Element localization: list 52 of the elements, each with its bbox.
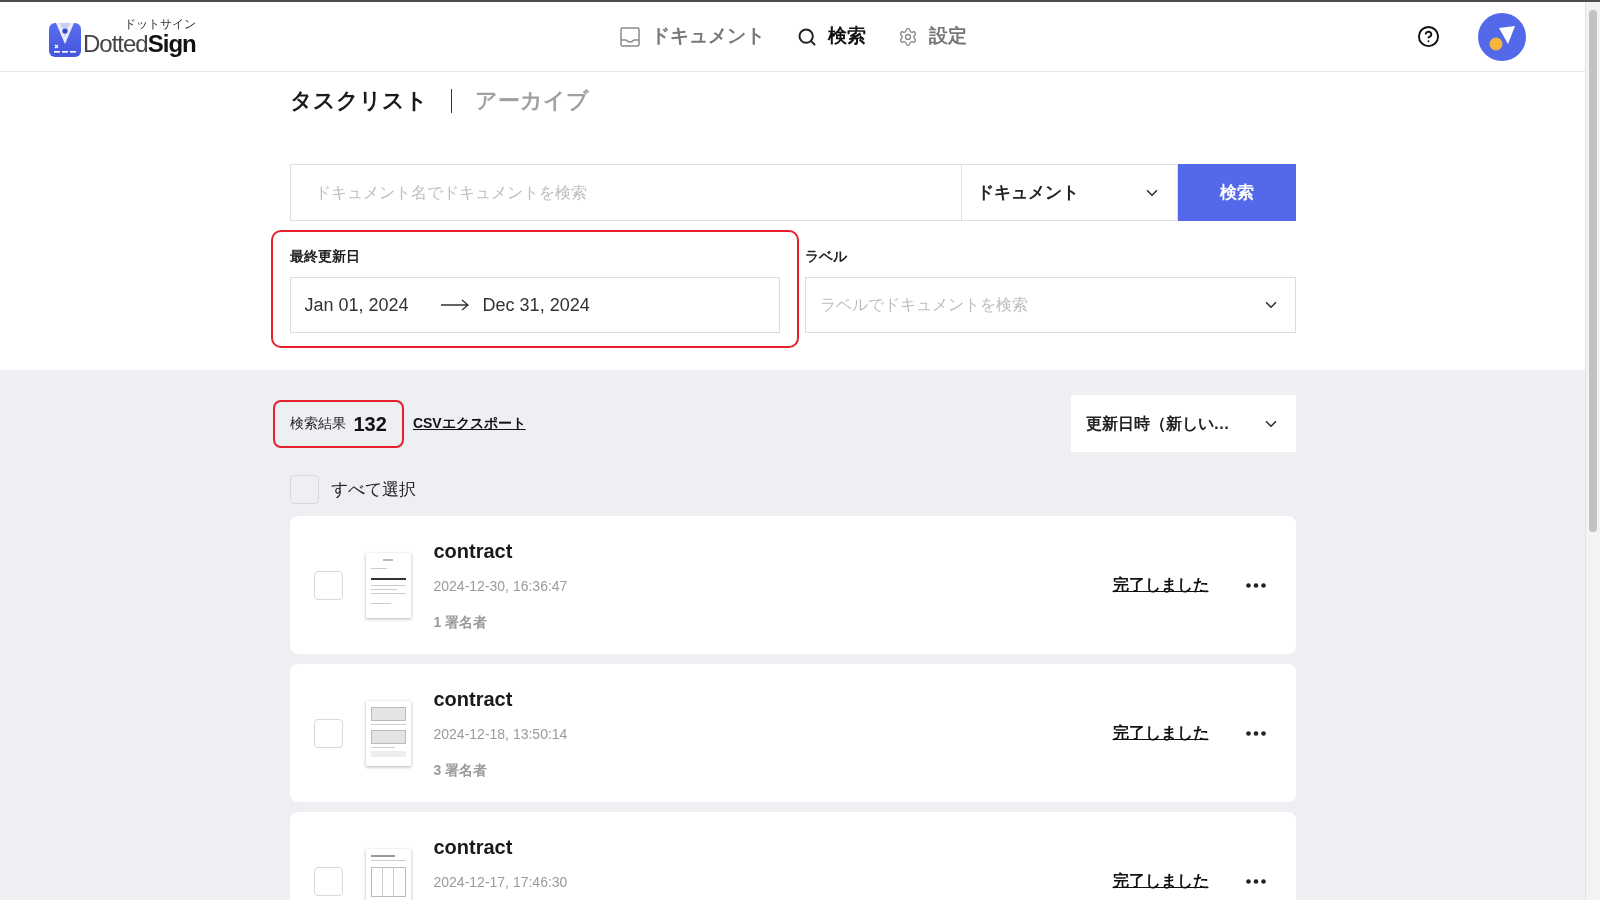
logo-icon bbox=[49, 22, 81, 57]
document-card[interactable]: contract 2024-12-30, 16:36:47 1 署名者 完了しました bbox=[289, 516, 1296, 654]
document-thumbnail-drawing bbox=[365, 700, 411, 766]
signer-count: 3 署名者 bbox=[433, 761, 488, 780]
label-select[interactable]: ラベルでドキュメントを検索 bbox=[805, 277, 1296, 333]
result-label: 検索結果 bbox=[289, 414, 346, 433]
status-link[interactable]: 完了しました bbox=[1112, 573, 1209, 597]
help-icon[interactable] bbox=[1417, 25, 1440, 48]
logo-subtitle: ドットサイン bbox=[123, 16, 196, 31]
status-link[interactable]: 完了しました bbox=[1112, 869, 1209, 893]
logo-wordmark: DottedSign bbox=[83, 30, 196, 57]
settings-icon bbox=[898, 26, 918, 47]
signer-count: 1 署名者 bbox=[433, 613, 488, 632]
document-date: 2024-12-18, 13:50:14 bbox=[433, 725, 568, 744]
checkbox[interactable] bbox=[313, 866, 343, 896]
filter-label: 最終更新日 bbox=[289, 247, 361, 266]
more-icon[interactable] bbox=[1245, 582, 1266, 588]
select-all-label[interactable]: すべて選択 bbox=[330, 476, 416, 503]
status-link[interactable]: 完了しました bbox=[1112, 721, 1209, 745]
nav-link[interactable]: 設定 bbox=[898, 22, 967, 51]
search-icon bbox=[797, 26, 817, 47]
more-icon[interactable] bbox=[1245, 730, 1266, 736]
date-range-field[interactable]: Jan 01, 2024 Dec 31, 2024 bbox=[289, 277, 780, 333]
search-field[interactable]: ドキュメント名でドキュメントを検索 bbox=[289, 164, 962, 221]
sort-select[interactable]: 更新日時（新しい… bbox=[1070, 395, 1296, 452]
document-title[interactable]: contract bbox=[433, 686, 513, 712]
document-card[interactable]: contract 2024-12-18, 13:50:14 3 署名者 完了しました bbox=[289, 664, 1296, 802]
document-title[interactable]: contract bbox=[433, 834, 513, 860]
document-card[interactable]: contract 2024-12-17, 17:46:30 完了しました bbox=[289, 812, 1296, 900]
start-date: Jan 01, 2024 bbox=[304, 293, 409, 317]
document-title[interactable]: contract bbox=[433, 538, 513, 564]
document-date: 2024-12-17, 17:46:30 bbox=[433, 873, 568, 892]
end-date: Dec 31, 2024 bbox=[482, 293, 590, 317]
arrow-right-icon bbox=[440, 299, 469, 311]
checkbox[interactable] bbox=[313, 718, 343, 748]
csv-export-link[interactable]: CSVエクスポート bbox=[412, 413, 526, 434]
result-count: 132 bbox=[353, 411, 387, 437]
tray-icon bbox=[620, 26, 640, 47]
document-date: 2024-12-30, 16:36:47 bbox=[433, 577, 568, 596]
document-thumbnail-drawing bbox=[365, 848, 411, 900]
nav-link[interactable]: 検索 bbox=[797, 22, 866, 51]
more-icon[interactable] bbox=[1245, 878, 1266, 884]
avatar-icon[interactable] bbox=[1478, 12, 1526, 61]
filter-label: ラベル bbox=[805, 247, 848, 266]
scrollbar-thumb[interactable] bbox=[1589, 10, 1597, 532]
checkbox[interactable] bbox=[313, 570, 343, 600]
tab[interactable]: タスクリスト bbox=[289, 86, 428, 116]
nav-link[interactable]: ドキュメント bbox=[620, 22, 765, 51]
checkbox[interactable] bbox=[289, 475, 319, 504]
search-button[interactable]: 検索 bbox=[1177, 164, 1296, 221]
document-type-select[interactable]: ドキュメント bbox=[961, 164, 1178, 221]
document-thumbnail-drawing bbox=[365, 552, 411, 618]
